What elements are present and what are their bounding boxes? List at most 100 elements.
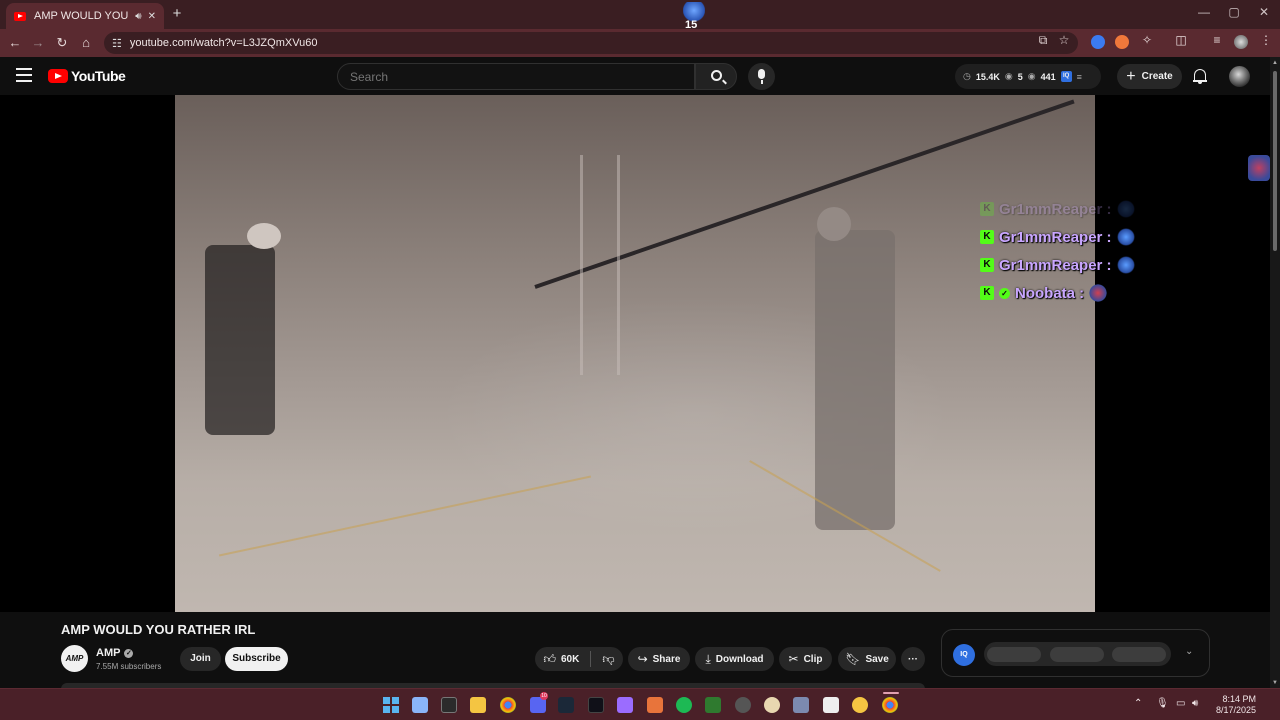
scene-person-left xyxy=(205,245,275,435)
channel-name[interactable]: AMP xyxy=(96,647,120,659)
terminal-app-icon[interactable] xyxy=(441,697,457,713)
extensions-puzzle-icon[interactable]: ✧ xyxy=(1138,33,1156,47)
notifications-bell-icon[interactable] xyxy=(1193,68,1207,84)
obs-app-icon[interactable] xyxy=(735,697,751,713)
subscribe-button[interactable]: Subscribe xyxy=(225,647,288,671)
microphone-tray-icon[interactable]: 🎙︎ xyxy=(1156,698,1169,709)
tab-close-icon[interactable]: ✕ xyxy=(148,11,156,22)
eye-icon: ◉ xyxy=(1004,71,1013,81)
speaker-icon[interactable]: 🔊︎ xyxy=(135,11,141,22)
video-player[interactable]: K Gr1mmReaper : K Gr1mmReaper : K Gr1mmR… xyxy=(0,95,1270,612)
emote-icon xyxy=(1116,200,1135,218)
nvidia-app-icon[interactable] xyxy=(705,697,721,713)
plus-icon: + xyxy=(1126,67,1136,85)
chevron-down-icon[interactable]: ⌄ xyxy=(1185,646,1193,657)
photos-app-icon[interactable] xyxy=(412,697,428,713)
video-frame[interactable] xyxy=(175,95,1095,612)
share-button[interactable]: ↪ Share xyxy=(628,647,690,671)
home-icon[interactable]: ⌂ xyxy=(77,34,95,52)
app-orange-icon[interactable] xyxy=(647,697,663,713)
new-tab-button[interactable]: + xyxy=(168,5,186,23)
chat-message: K Gr1mmReaper : xyxy=(980,223,1135,251)
like-count[interactable]: 60K xyxy=(561,654,579,665)
install-app-icon[interactable]: ⧉ xyxy=(1034,33,1052,48)
iq-option-blurred[interactable] xyxy=(1112,647,1166,662)
more-actions-button[interactable]: ··· xyxy=(901,647,925,671)
side-panel-icon[interactable]: ◫ xyxy=(1172,33,1190,47)
list-menu-icon[interactable]: ≡ xyxy=(1077,72,1082,82)
scrollbar-thumb[interactable] xyxy=(1273,71,1277,251)
app-cream-icon[interactable] xyxy=(764,697,780,713)
extension-orange-icon[interactable] xyxy=(1115,35,1129,49)
browser-tab-strip: AMP WOULD YOU RATHER 🔊︎ ✕ + 15 — ▢ ✕ xyxy=(0,0,1280,31)
extension-blue-icon[interactable] xyxy=(1091,35,1105,49)
voice-search-button[interactable] xyxy=(748,63,775,90)
iq-logo-icon[interactable]: IQ xyxy=(953,644,975,666)
back-icon[interactable]: ← xyxy=(6,34,24,52)
viewer-icon: ◉ xyxy=(1027,71,1036,81)
like-icon[interactable]: 👍︎ xyxy=(543,652,556,667)
app-purple-icon[interactable] xyxy=(617,697,633,713)
clip-button[interactable]: ✂ Clip xyxy=(779,647,832,671)
clock-date: 8/17/2025 xyxy=(1215,705,1256,715)
browser-toolbar: ← → ↻ ⌂ ☷ youtube.com/watch?v=L3JZQmXVu6… xyxy=(0,29,1280,57)
file-explorer-icon[interactable] xyxy=(470,697,486,713)
join-button[interactable]: Join xyxy=(180,647,221,671)
volume-icon[interactable]: 🔊︎ xyxy=(1192,698,1198,709)
youtube-logo[interactable]: YouTube xyxy=(48,68,126,84)
side-thumbnail-icon[interactable] xyxy=(1248,155,1270,181)
save-button[interactable]: 🔖︎ Save xyxy=(838,647,896,671)
iq-option-blurred[interactable] xyxy=(987,647,1041,662)
account-avatar[interactable] xyxy=(1229,66,1250,87)
page-scrollbar[interactable]: ▲ ▼ xyxy=(1270,57,1280,688)
channel-avatar[interactable]: AMP xyxy=(61,645,88,672)
chrome-app-icon[interactable] xyxy=(500,697,516,713)
notion-app-icon[interactable] xyxy=(823,697,839,713)
bookmark-star-icon[interactable]: ☆ xyxy=(1055,33,1073,47)
spotify-app-icon[interactable] xyxy=(676,697,692,713)
windows-start-icon[interactable] xyxy=(383,697,399,713)
windows-taskbar: ⌃ 🎙︎ ▭ 🔊︎ 8:14 PM 8/17/2025 xyxy=(0,688,1280,720)
maximize-button[interactable]: ▢ xyxy=(1220,5,1248,19)
chrome-active-icon[interactable] xyxy=(882,697,898,713)
steam-app-icon[interactable] xyxy=(558,697,574,713)
search-box[interactable] xyxy=(337,63,695,90)
app-dark-icon[interactable] xyxy=(588,697,604,713)
browser-tab-active[interactable]: AMP WOULD YOU RATHER 🔊︎ ✕ xyxy=(6,3,164,29)
stat-watching: 441 xyxy=(1040,71,1056,82)
app-yellow-icon[interactable] xyxy=(852,697,868,713)
app-gray-icon[interactable] xyxy=(793,697,809,713)
network-icon[interactable]: ▭ xyxy=(1176,698,1185,709)
emote-icon xyxy=(1116,256,1135,274)
download-button[interactable]: ⤓ Download xyxy=(695,647,774,671)
clock-icon: ◷ xyxy=(963,71,971,81)
address-bar[interactable]: ☷ youtube.com/watch?v=L3JZQmXVu60 xyxy=(104,32,1078,54)
scene-camera-operator xyxy=(815,230,895,530)
search-button[interactable] xyxy=(695,63,737,90)
hamburger-menu-icon[interactable] xyxy=(16,68,32,82)
system-clock[interactable]: 8:14 PM 8/17/2025 xyxy=(1208,694,1256,716)
scene-ladder xyxy=(580,155,620,375)
browser-menu-icon[interactable]: ⋮ xyxy=(1257,33,1275,47)
dislike-icon[interactable]: 👎︎ xyxy=(602,652,614,667)
create-button[interactable]: + Create xyxy=(1117,64,1182,89)
scroll-up-icon[interactable]: ▲ xyxy=(1272,60,1278,66)
profile-avatar-icon[interactable] xyxy=(1234,35,1248,49)
search-input[interactable] xyxy=(350,69,694,84)
site-info-icon[interactable]: ☷ xyxy=(112,37,122,50)
close-window-button[interactable]: ✕ xyxy=(1250,5,1278,19)
download-icon: ⤓ xyxy=(705,651,711,666)
iq-option-blurred[interactable] xyxy=(1050,647,1104,662)
reading-list-icon[interactable]: ≡ xyxy=(1208,33,1226,47)
scene-floor-line xyxy=(218,475,592,557)
extension-stats-pill[interactable]: ◷ 15.4K ◉ 5 ◉ 441 IQ ≡ xyxy=(955,64,1101,89)
minimize-button[interactable]: — xyxy=(1190,5,1218,19)
kick-badge-icon: K xyxy=(980,258,994,272)
clock-time: 8:14 PM xyxy=(1222,694,1256,704)
forward-icon[interactable]: → xyxy=(29,34,47,52)
reload-icon[interactable]: ↻ xyxy=(53,34,71,52)
emote-icon xyxy=(1116,228,1135,246)
tray-overflow-icon[interactable]: ⌃ xyxy=(1134,698,1142,709)
scroll-down-icon[interactable]: ▼ xyxy=(1272,680,1278,686)
channel-name-row[interactable]: AMP ✓ xyxy=(96,647,134,659)
